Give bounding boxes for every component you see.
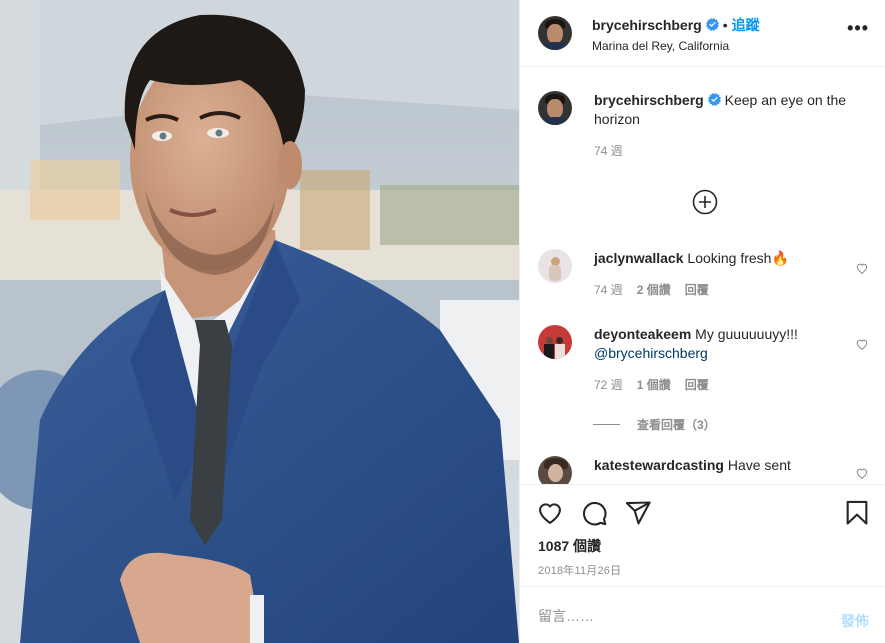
caption-avatar[interactable] [538, 91, 572, 125]
author-avatar[interactable] [538, 16, 572, 50]
comment-item: jaclynwallack Looking fresh🔥 74 週 2 個讚 回覆 [538, 249, 869, 298]
reply-button[interactable]: 回覆 [685, 283, 709, 297]
post-sidebar: brycehirschberg • 追蹤 Marina del Rey, Calif… [519, 0, 885, 643]
view-replies-button[interactable]: 查看回覆（3） [593, 416, 716, 433]
bookmark-icon[interactable] [843, 499, 871, 527]
verified-badge-icon [705, 18, 719, 31]
comment-username[interactable]: deyonteakeem [594, 326, 691, 342]
like-count[interactable]: 1087 個讚 [538, 536, 601, 556]
view-replies-label: 查看回覆（3） [637, 418, 716, 432]
post-header: brycehirschberg • 追蹤 Marina del Rey, Calif… [520, 0, 885, 67]
commenter-avatar[interactable] [538, 249, 572, 283]
comment-username[interactable]: katestewardcasting [594, 457, 724, 473]
comment-text: Have sent [727, 457, 791, 473]
comment-composer: 發佈 [520, 586, 885, 643]
post-comment-button[interactable]: 發佈 [841, 611, 869, 631]
view-replies-line [593, 424, 620, 425]
comment-time[interactable]: 74 週 [594, 283, 623, 297]
heart-icon[interactable] [855, 466, 869, 480]
comment-input[interactable] [538, 605, 818, 627]
share-icon[interactable] [624, 499, 652, 527]
caption-username[interactable]: brycehirschberg [594, 92, 704, 108]
post-dialog: brycehirschberg • 追蹤 Marina del Rey, Calif… [0, 0, 885, 643]
caption-time[interactable]: 74 週 [594, 144, 623, 158]
follow-button[interactable]: 追蹤 [732, 17, 760, 33]
post-actions: 1087 個讚 2018年11月26日 [520, 484, 885, 586]
comments-list[interactable]: brycehirschberg Keep an eye on the horiz… [520, 67, 885, 484]
photo-illustration [0, 0, 519, 643]
verified-badge-icon [707, 93, 721, 106]
comment-time[interactable]: 72 週 [594, 378, 623, 392]
post-date[interactable]: 2018年11月26日 [538, 562, 621, 578]
reply-button[interactable]: 回覆 [685, 378, 709, 392]
commenter-avatar[interactable] [538, 325, 572, 359]
plus-circle-icon[interactable] [692, 189, 718, 215]
comment-text: Looking fresh🔥 [687, 250, 789, 266]
comment-item: deyonteakeem My guuuuuuyy!!! @brycehirsc… [538, 325, 869, 393]
author-username[interactable]: brycehirschberg [592, 17, 702, 33]
comment-icon[interactable] [580, 499, 608, 527]
comment-mention[interactable]: @brycehirschberg [594, 345, 708, 361]
more-options-icon[interactable]: ••• [847, 18, 869, 39]
separator-dot: • [722, 17, 728, 33]
comment-likes[interactable]: 1 個讚 [637, 378, 671, 392]
comment-text: My guuuuuuyy!!! [695, 326, 798, 342]
author-meta: brycehirschberg • 追蹤 Marina del Rey, Calif… [592, 15, 760, 53]
heart-icon[interactable] [536, 499, 564, 527]
comment-item: katestewardcasting Have sent [538, 456, 869, 484]
comment-likes[interactable]: 2 個讚 [637, 283, 671, 297]
caption: brycehirschberg Keep an eye on the horiz… [538, 91, 869, 159]
heart-icon[interactable] [855, 337, 869, 351]
post-photo[interactable] [0, 0, 519, 643]
location-link[interactable]: Marina del Rey, California [592, 39, 760, 53]
heart-icon[interactable] [855, 261, 869, 275]
commenter-avatar[interactable] [538, 456, 572, 484]
comment-username[interactable]: jaclynwallack [594, 250, 684, 266]
